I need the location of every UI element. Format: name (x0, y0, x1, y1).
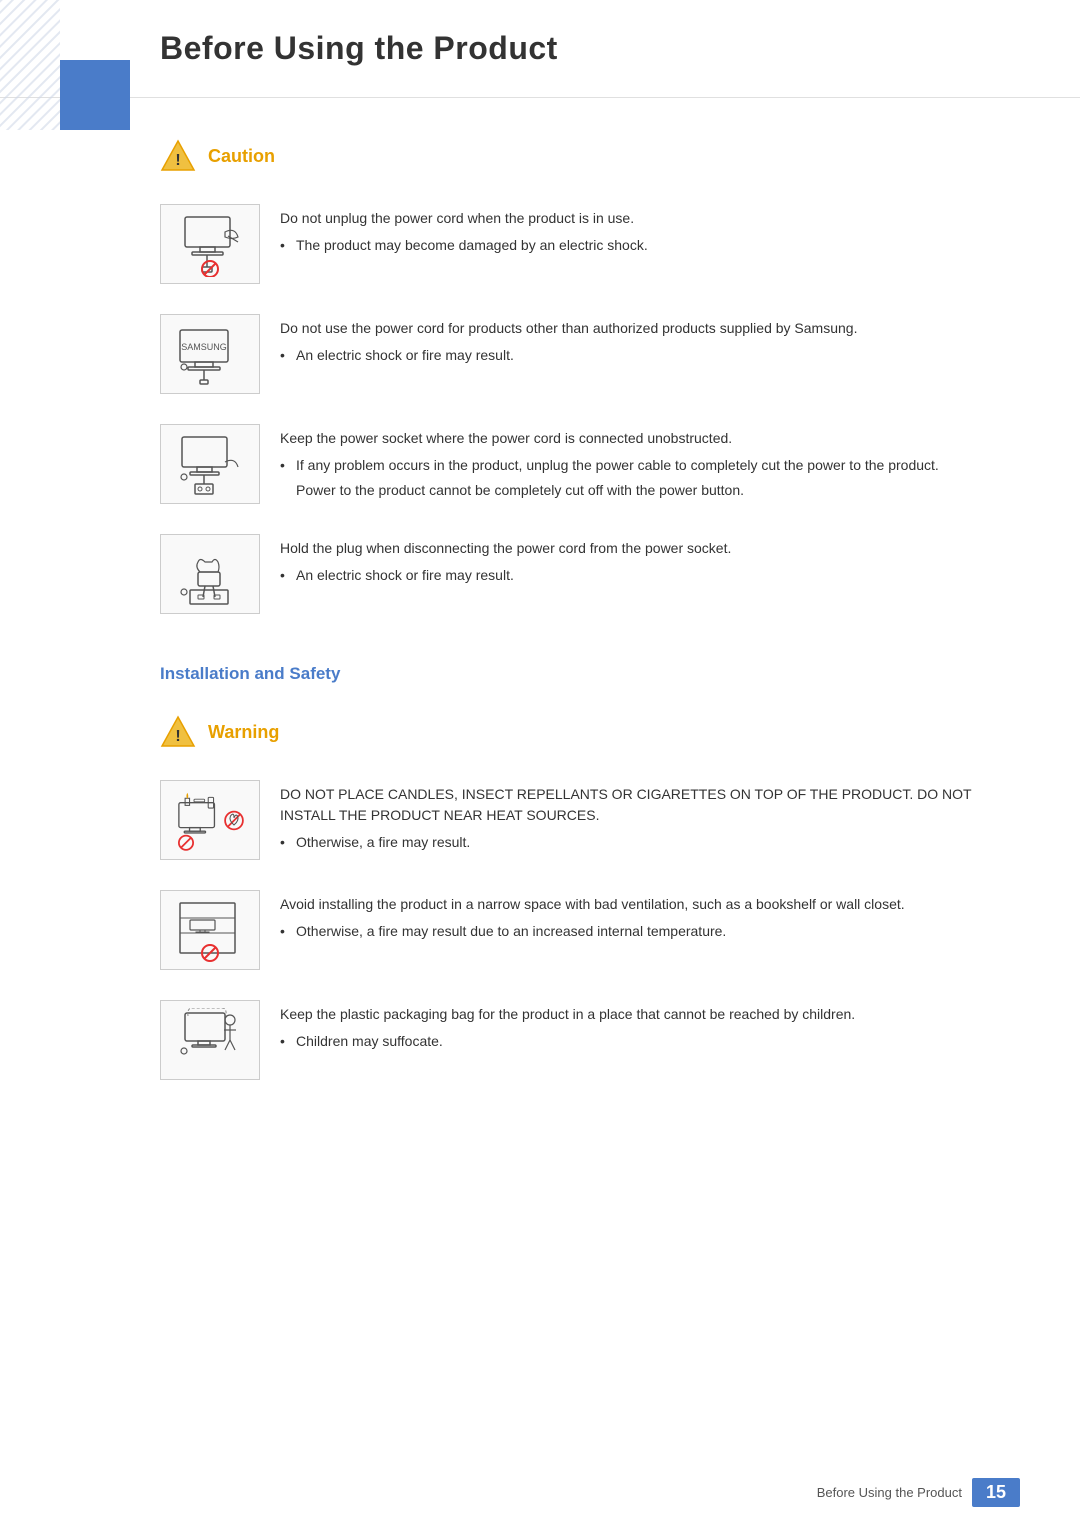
caution-text-3: Keep the power socket where the power co… (280, 424, 1020, 501)
warning-header: ! Warning (160, 714, 1020, 750)
caution-subtext-3: Power to the product cannot be completel… (280, 480, 1020, 501)
blue-accent-block (60, 60, 130, 130)
warning-bullet-1-1: Otherwise, a fire may result. (280, 832, 1020, 853)
caution-main-text-2: Do not use the power cord for products o… (280, 318, 1020, 339)
caution-bullets-3: If any problem occurs in the product, un… (280, 455, 1020, 476)
illustration-1 (160, 204, 260, 284)
warning-text-3: Keep the plastic packaging bag for the p… (280, 1000, 1020, 1056)
caution-text-2: Do not use the power cord for products o… (280, 314, 1020, 370)
caution-main-text-4: Hold the plug when disconnecting the pow… (280, 538, 1020, 559)
page-footer: Before Using the Product 15 (817, 1478, 1020, 1507)
illustration-4 (160, 534, 260, 614)
illustration-w1 (160, 780, 260, 860)
caution-bullet-1-1: The product may become damaged by an ele… (280, 235, 1020, 256)
caution-main-text-3: Keep the power socket where the power co… (280, 428, 1020, 449)
illustration-w2-image (170, 898, 250, 963)
page-container: Before Using the Product ! Caution (0, 0, 1080, 1527)
warning-bullets-1: Otherwise, a fire may result. (280, 832, 1020, 853)
svg-text:SAMSUNG: SAMSUNG (181, 342, 227, 352)
content-area: ! Caution (0, 138, 1080, 1080)
illustration-w3 (160, 1000, 260, 1080)
caution-bullet-2-1: An electric shock or fire may result. (280, 345, 1020, 366)
warning-bullet-2-1: Otherwise, a fire may result due to an i… (280, 921, 1020, 942)
caution-text-4: Hold the plug when disconnecting the pow… (280, 534, 1020, 590)
caution-icon: ! (160, 138, 196, 174)
caution-item-2: SAMSUNG Do not use the power cord for pr… (160, 314, 1020, 394)
warning-item-2: Avoid installing the product in a narrow… (160, 890, 1020, 970)
caution-bullets-1: The product may become damaged by an ele… (280, 235, 1020, 256)
caution-bullet-3-1: If any problem occurs in the product, un… (280, 455, 1020, 476)
illustration-3 (160, 424, 260, 504)
warning-icon: ! (160, 714, 196, 750)
warning-item-1: DO NOT PLACE CANDLES, INSECT REPELLANTS … (160, 780, 1020, 860)
stripe-decoration (0, 0, 60, 130)
warning-bullets-2: Otherwise, a fire may result due to an i… (280, 921, 1020, 942)
caution-header: ! Caution (160, 138, 1020, 174)
warning-bullet-3-1: Children may suffocate. (280, 1031, 1020, 1052)
warning-main-text-1: DO NOT PLACE CANDLES, INSECT REPELLANTS … (280, 784, 1020, 826)
page-title: Before Using the Product (160, 30, 1020, 67)
warning-item-3: Keep the plastic packaging bag for the p… (160, 1000, 1020, 1080)
page-header: Before Using the Product (0, 0, 1080, 98)
svg-text:!: ! (175, 728, 180, 745)
illustration-3-image (170, 432, 250, 497)
svg-text:!: ! (175, 152, 180, 169)
caution-bullets-2: An electric shock or fire may result. (280, 345, 1020, 366)
illustration-w1-image (170, 788, 250, 853)
caution-bullets-4: An electric shock or fire may result. (280, 565, 1020, 586)
caution-item-4: Hold the plug when disconnecting the pow… (160, 534, 1020, 614)
page-number: 15 (972, 1478, 1020, 1507)
caution-title: Caution (208, 146, 275, 167)
caution-item-1: Do not unplug the power cord when the pr… (160, 204, 1020, 284)
caution-main-text-1: Do not unplug the power cord when the pr… (280, 208, 1020, 229)
caution-item-3: Keep the power socket where the power co… (160, 424, 1020, 504)
illustration-2-image: SAMSUNG (170, 322, 250, 387)
caution-text-1: Do not unplug the power cord when the pr… (280, 204, 1020, 260)
caution-bullet-4-1: An electric shock or fire may result. (280, 565, 1020, 586)
warning-title: Warning (208, 722, 279, 743)
illustration-w2 (160, 890, 260, 970)
warning-text-2: Avoid installing the product in a narrow… (280, 890, 1020, 946)
warning-bullets-3: Children may suffocate. (280, 1031, 1020, 1052)
illustration-4-image (170, 542, 250, 607)
left-accent (0, 0, 130, 130)
warning-main-text-3: Keep the plastic packaging bag for the p… (280, 1004, 1020, 1025)
footer-text: Before Using the Product (817, 1485, 962, 1500)
warning-text-1: DO NOT PLACE CANDLES, INSECT REPELLANTS … (280, 780, 1020, 857)
illustration-w3-image (170, 1008, 250, 1073)
illustration-2: SAMSUNG (160, 314, 260, 394)
illustration-1-image (170, 212, 250, 277)
warning-main-text-2: Avoid installing the product in a narrow… (280, 894, 1020, 915)
installation-safety-heading: Installation and Safety (160, 664, 1020, 684)
